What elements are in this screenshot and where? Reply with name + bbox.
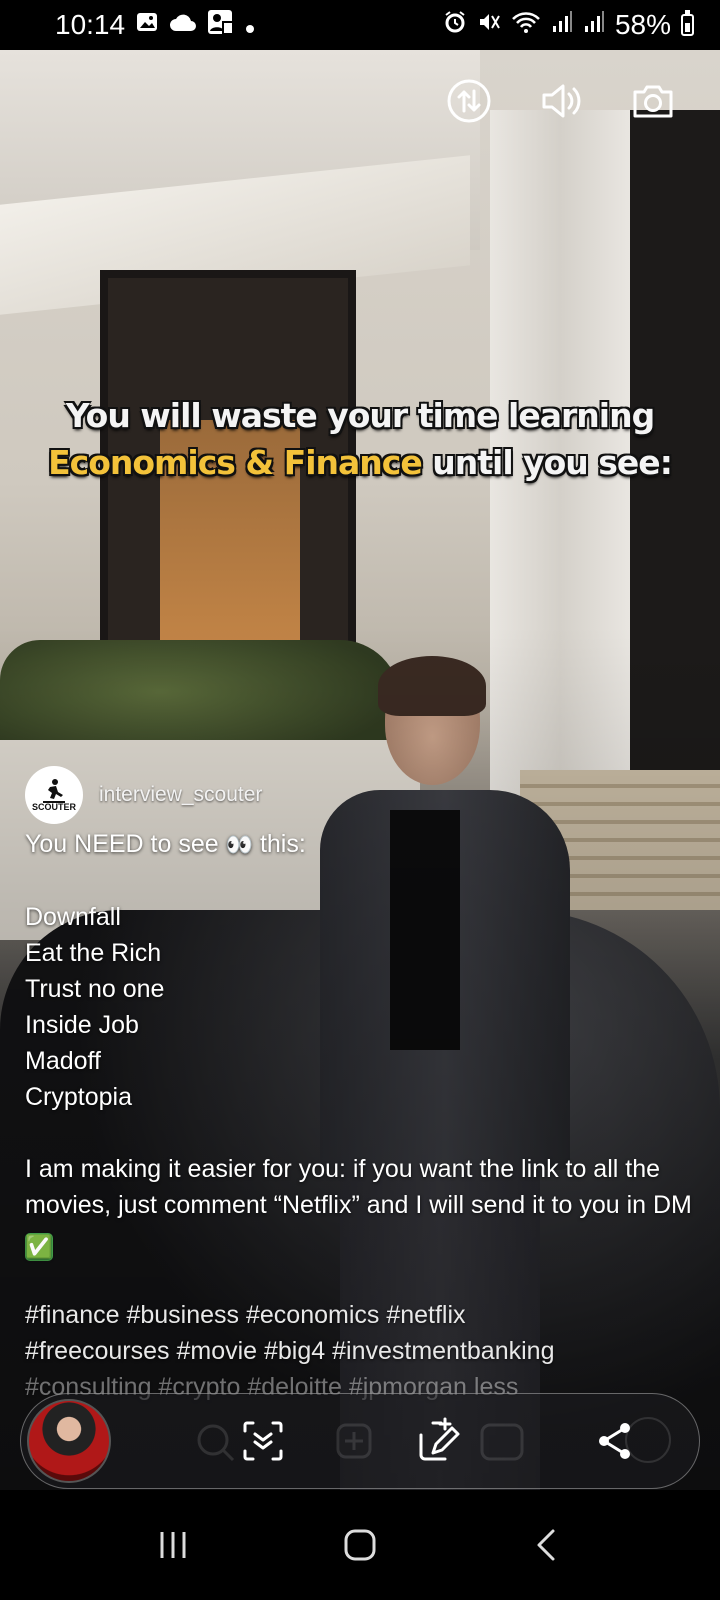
intro-before: You NEED to see xyxy=(25,830,219,858)
intro-after: this: xyxy=(259,830,306,858)
mute-icon xyxy=(477,9,501,41)
gallery-icon xyxy=(135,9,159,41)
screenshot-thumbnail[interactable] xyxy=(27,1399,111,1483)
caption-intro: You NEED to see 👀 this: xyxy=(25,826,705,863)
check-emoji: ✅ xyxy=(25,1233,53,1261)
home-icon[interactable] xyxy=(330,1515,390,1575)
screenshot-toolbar xyxy=(20,1393,700,1489)
smart-select-icon[interactable] xyxy=(239,1417,287,1465)
status-left: 10:14 xyxy=(55,9,255,42)
share-icon[interactable] xyxy=(591,1417,639,1465)
video-top-controls xyxy=(446,78,676,124)
movie-item: Trust no one xyxy=(25,975,165,1003)
post-author: SCOUTER interview_scouter xyxy=(25,766,262,824)
headline-line-2: Economics & Finance until you see: xyxy=(0,439,720,486)
video-overlay-headline: You will waste your time learning Econom… xyxy=(0,392,720,486)
status-time: 10:14 xyxy=(55,9,126,40)
status-bar: 10:14 58% xyxy=(0,0,720,50)
hashtags-line-2[interactable]: #freecourses #movie #big4 #investmentban… xyxy=(25,1333,705,1369)
eyes-emoji: 👀 xyxy=(225,832,253,857)
camera-icon[interactable] xyxy=(630,78,676,124)
battery-icon xyxy=(681,10,694,36)
avatar[interactable]: SCOUTER xyxy=(25,766,83,824)
wifi-icon xyxy=(511,9,541,41)
back-icon[interactable] xyxy=(517,1515,577,1575)
headline-line-1: You will waste your time learning xyxy=(65,396,655,435)
avatar-text: SCOUTER xyxy=(31,802,76,812)
movie-item: Cryptopia xyxy=(25,1083,132,1111)
caption-cta: I am making it easier for you: if you wa… xyxy=(25,1151,705,1261)
recent-apps-icon[interactable] xyxy=(143,1515,203,1575)
post-caption[interactable]: You NEED to see 👀 this: Downfall Eat the… xyxy=(25,826,705,1405)
username[interactable]: interview_scouter xyxy=(99,783,262,807)
signal-icon xyxy=(583,9,605,41)
system-nav-bar xyxy=(0,1490,720,1600)
screen-write-icon[interactable] xyxy=(415,1417,463,1465)
movie-item: Eat the Rich xyxy=(25,939,162,967)
movie-item: Inside Job xyxy=(25,1011,139,1039)
cloud-icon xyxy=(169,9,197,41)
headline-highlight: Economics & Finance xyxy=(48,443,423,482)
dot-icon xyxy=(245,9,255,41)
profile-card-icon xyxy=(207,9,235,42)
headline-rest: until you see: xyxy=(432,443,673,482)
scouter-logo-icon xyxy=(43,779,65,803)
cta-text: I am making it easier for you: if you wa… xyxy=(25,1155,692,1219)
status-right: 58% xyxy=(443,9,694,41)
hashtags-line-1[interactable]: #finance #business #economics #netflix xyxy=(25,1297,705,1333)
battery-percent: 58% xyxy=(614,9,671,40)
movie-item: Madoff xyxy=(25,1047,101,1075)
volume-icon[interactable] xyxy=(538,78,584,124)
movie-item: Downfall xyxy=(25,903,121,931)
signal-icon xyxy=(551,9,573,41)
data-saver-icon[interactable] xyxy=(446,78,492,124)
alarm-icon xyxy=(443,9,467,41)
